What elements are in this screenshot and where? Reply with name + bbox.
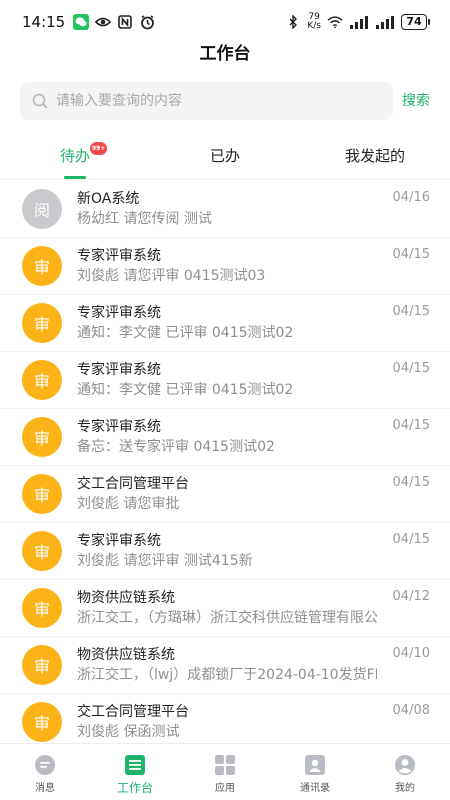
eye-icon	[95, 14, 112, 30]
list-item[interactable]: 审 专家评审系统 通知：李文健 已评审 0415测试02 04/15	[0, 295, 450, 352]
item-date: 04/15	[392, 361, 430, 376]
nav-profile[interactable]: 我的	[360, 744, 450, 800]
todo-count-badge: 99+	[90, 142, 108, 155]
item-summary: 浙江交工，（lwj）成都锁厂于2024-04-10发货FH-20…	[77, 667, 377, 683]
bluetooth-icon	[285, 14, 301, 30]
tab-done-label: 已办	[209, 147, 240, 165]
item-date: 04/15	[392, 532, 430, 547]
battery-tip	[428, 19, 430, 25]
todo-list: 阅 新OA系统 杨幼红 请您传阅 测试 04/16 审 专家评审系统 刘俊彪 请…	[0, 181, 450, 743]
search-button[interactable]: 搜索	[402, 90, 430, 112]
avatar: 审	[22, 588, 62, 628]
item-system-name: 专家评审系统	[77, 533, 161, 549]
item-date: 04/12	[392, 589, 430, 604]
item-system-name: 专家评审系统	[77, 305, 161, 321]
item-date: 04/15	[392, 304, 430, 319]
item-date: 04/15	[392, 247, 430, 262]
tab-initiated-label: 我发起的	[344, 147, 405, 165]
battery-level: 74	[401, 14, 427, 30]
nav-apps-label: 应用	[215, 783, 235, 794]
network-speed-unit: K/s	[307, 21, 321, 31]
list-item[interactable]: 审 专家评审系统 刘俊彪 请您评审 0415测试03 04/15	[0, 238, 450, 295]
item-system-name: 交工合同管理平台	[77, 704, 189, 720]
battery-indicator: 74	[401, 14, 430, 30]
item-summary: 浙江交工，（方璐琳）浙江交科供应链管理有限公司…	[77, 610, 377, 626]
list-item[interactable]: 审 专家评审系统 刘俊彪 请您评审 测试415新 04/15	[0, 523, 450, 580]
signal-icon	[375, 14, 395, 30]
contacts-icon	[304, 754, 326, 776]
avatar: 审	[22, 702, 62, 742]
nav-messages[interactable]: 消息	[0, 744, 90, 800]
alarm-icon	[139, 14, 155, 30]
avatar: 审	[22, 303, 62, 343]
item-system-name: 物资供应链系统	[77, 590, 175, 606]
apps-grid-icon	[214, 754, 236, 776]
item-summary: 通知：李文健 已评审 0415测试02	[77, 382, 294, 398]
bottom-nav: 消息 工作台 应用 通讯录 我的	[0, 743, 450, 800]
network-speed: 79 K/s	[307, 13, 321, 31]
list-item[interactable]: 审 物资供应链系统 浙江交工，（lwj）成都锁厂于2024-04-10发货FH-…	[0, 637, 450, 694]
list-item[interactable]: 阅 新OA系统 杨幼红 请您传阅 测试 04/16	[0, 181, 450, 238]
list-item[interactable]: 审 交工合同管理平台 刘俊彪 请您审批 04/15	[0, 466, 450, 523]
list-item[interactable]: 审 专家评审系统 通知：李文健 已评审 0415测试02 04/15	[0, 352, 450, 409]
tab-initiated[interactable]: 我发起的	[300, 132, 450, 179]
avatar: 审	[22, 474, 62, 514]
item-summary: 刘俊彪 请您审批	[77, 496, 180, 512]
nav-workbench[interactable]: 工作台	[90, 744, 180, 800]
item-summary: 杨幼红 请您传阅 测试	[77, 211, 212, 227]
item-system-name: 专家评审系统	[77, 419, 161, 435]
wechat-icon	[73, 14, 90, 30]
signal-icon	[349, 14, 369, 30]
tab-bar: 待办 99+ 已办 我发起的	[0, 132, 450, 180]
wifi-icon	[327, 14, 343, 30]
item-summary: 刘俊彪 保函测试	[77, 724, 180, 740]
page-title: 工作台	[199, 44, 251, 64]
active-tab-indicator	[64, 176, 86, 179]
avatar: 阅	[22, 189, 62, 229]
item-summary: 通知：李文健 已评审 0415测试02	[77, 325, 294, 341]
nav-messages-label: 消息	[35, 783, 55, 794]
status-bar: 14:15 79 K/s 74	[0, 0, 450, 44]
workbench-icon	[124, 754, 146, 776]
message-icon	[34, 754, 56, 776]
tab-todo-label: 待办	[59, 147, 90, 165]
list-item[interactable]: 审 交工合同管理平台 刘俊彪 保函测试 04/08	[0, 694, 450, 743]
item-summary: 刘俊彪 请您评审 0415测试03	[77, 268, 266, 284]
item-date: 04/15	[392, 418, 430, 433]
tab-todo[interactable]: 待办 99+	[0, 132, 150, 179]
avatar: 审	[22, 645, 62, 685]
nfc-icon	[117, 14, 133, 30]
tab-done[interactable]: 已办	[150, 132, 300, 179]
profile-icon	[394, 754, 416, 776]
item-system-name: 交工合同管理平台	[77, 476, 189, 492]
item-system-name: 专家评审系统	[77, 362, 161, 378]
item-system-name: 新OA系统	[77, 191, 140, 207]
status-time: 14:15	[22, 13, 66, 31]
avatar: 审	[22, 360, 62, 400]
item-summary: 刘俊彪 请您评审 测试415新	[77, 553, 253, 569]
list-item[interactable]: 审 专家评审系统 备忘：送专家评审 0415测试02 04/15	[0, 409, 450, 466]
item-system-name: 专家评审系统	[77, 248, 161, 264]
item-system-name: 物资供应链系统	[77, 647, 175, 663]
item-date: 04/15	[392, 475, 430, 490]
nav-contacts-label: 通讯录	[300, 783, 330, 794]
nav-apps[interactable]: 应用	[180, 744, 270, 800]
nav-profile-label: 我的	[395, 783, 415, 794]
item-date: 04/16	[392, 190, 430, 205]
search-bar[interactable]	[20, 82, 393, 120]
item-date: 04/10	[392, 646, 430, 661]
item-date: 04/08	[392, 703, 430, 718]
avatar: 审	[22, 531, 62, 571]
nav-workbench-label: 工作台	[116, 781, 153, 795]
search-icon	[32, 93, 48, 109]
search-input[interactable]	[56, 93, 356, 109]
avatar: 审	[22, 246, 62, 286]
nav-contacts[interactable]: 通讯录	[270, 744, 360, 800]
list-item[interactable]: 审 物资供应链系统 浙江交工，（方璐琳）浙江交科供应链管理有限公司… 04/12	[0, 580, 450, 637]
avatar: 审	[22, 417, 62, 457]
item-summary: 备忘：送专家评审 0415测试02	[77, 439, 275, 455]
